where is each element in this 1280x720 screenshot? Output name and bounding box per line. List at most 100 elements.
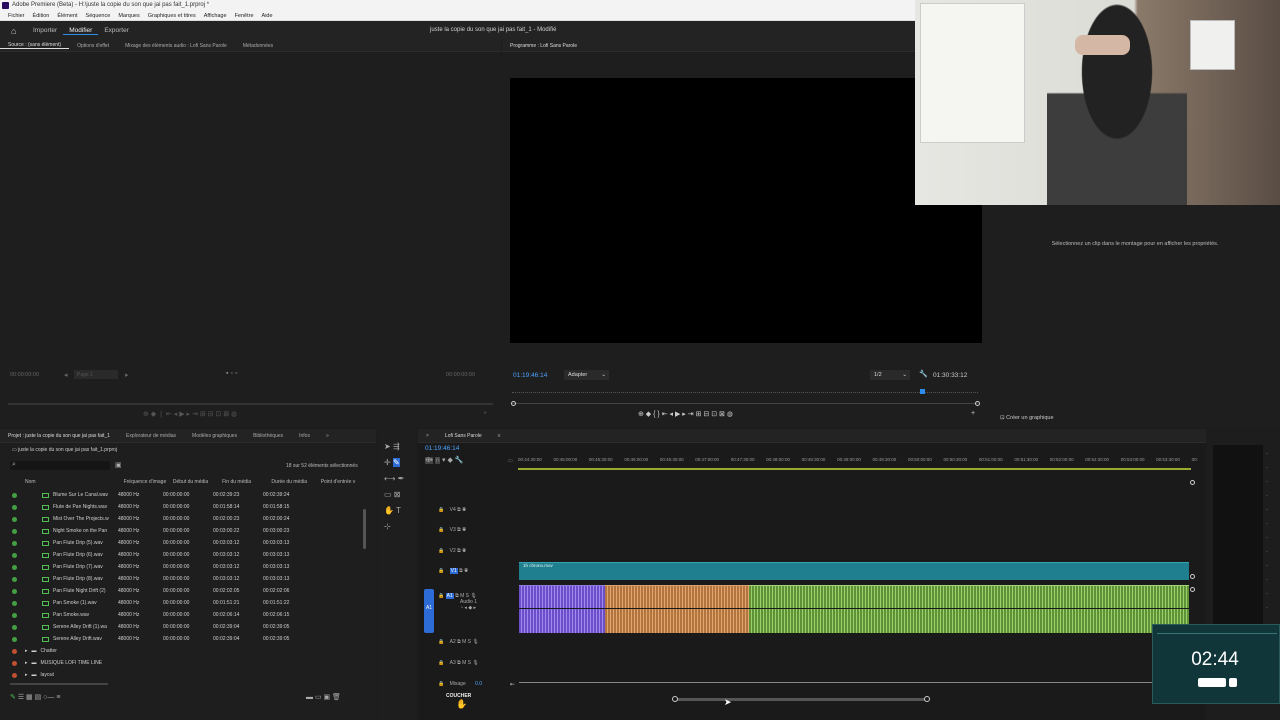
- lock-icon[interactable]: 🔒: [438, 593, 444, 599]
- tab-source[interactable]: Source : (sans élément): [0, 42, 70, 49]
- project-footer-actions[interactable]: ▬ ▭ ▣ 🗑: [306, 693, 341, 701]
- tab-sequence[interactable]: Lofi Sans Parole: [437, 433, 490, 439]
- work-area-bar[interactable]: [518, 468, 1191, 470]
- source-patch-a1[interactable]: A1: [424, 589, 434, 633]
- mute-button[interactable]: M: [462, 639, 466, 645]
- eye-icon[interactable]: ◉: [462, 507, 466, 513]
- menu-graphiques[interactable]: Graphiques et titres: [144, 11, 200, 20]
- menu-sequence[interactable]: Séquence: [82, 11, 115, 20]
- list-item[interactable]: Pan Smoke.wav 48000 Hz 00:00:00:00 00:02:06…: [0, 609, 362, 621]
- hand-tool-icon[interactable]: ✋: [384, 506, 394, 515]
- mic-icon[interactable]: 🎙: [472, 660, 478, 666]
- create-graphic-button[interactable]: ⊡ Créer un graphique: [1000, 415, 1054, 421]
- list-item[interactable]: Pan Flute Drip (5).wav 48000 Hz 00:00:00:0…: [0, 537, 362, 549]
- scrub-start-handle[interactable]: [511, 401, 516, 406]
- timeline-h-scrollbar[interactable]: [673, 698, 928, 701]
- program-playhead[interactable]: [920, 389, 925, 394]
- tool-icons[interactable]: ➤ ⇶ ✛ ✎ ⟷ ✒ ▭ ⊠ ✋ T ⊹: [384, 439, 414, 535]
- scroll-handle-top[interactable]: [1190, 480, 1195, 485]
- rectangle-tool-icon[interactable]: ▭: [384, 490, 392, 499]
- wrench-icon[interactable]: 🔧: [919, 370, 928, 378]
- menu-fenetre[interactable]: Fenêtre: [231, 11, 258, 20]
- close-icon[interactable]: ×: [418, 433, 437, 439]
- new-bin-icon[interactable]: ▣: [115, 461, 122, 469]
- list-item[interactable]: Serene Alley Drift.wav 48000 Hz 00:00:00:0…: [0, 633, 362, 645]
- menu-affichage[interactable]: Affichage: [200, 11, 231, 20]
- program-scrubber[interactable]: [512, 403, 978, 404]
- expand-icon[interactable]: ▸: [25, 648, 28, 654]
- mix-value[interactable]: 0.0: [475, 681, 482, 687]
- sync-icon[interactable]: ⧉: [457, 639, 461, 645]
- razor-tool-icon[interactable]: ✎: [392, 458, 400, 467]
- eye-icon[interactable]: ◉: [462, 548, 466, 554]
- folder-item[interactable]: ▸ ▬ Chatter: [0, 645, 362, 657]
- home-icon[interactable]: ⌂: [11, 26, 19, 35]
- volume-knob-icon[interactable]: ◔: [460, 605, 463, 611]
- lock-icon[interactable]: 🔒: [438, 681, 444, 687]
- menu-edition[interactable]: Édition: [29, 11, 54, 20]
- menu-aide[interactable]: Aide: [258, 11, 277, 20]
- fit-select[interactable]: Adapter ⌄: [564, 370, 609, 380]
- timer-small-button[interactable]: [1229, 678, 1237, 687]
- menu-element[interactable]: Élément: [53, 11, 81, 20]
- project-h-scrollbar[interactable]: [10, 683, 108, 685]
- page-select[interactable]: Page 1: [74, 370, 118, 379]
- audio-clip-orange[interactable]: [605, 585, 749, 633]
- timer-button[interactable]: [1198, 678, 1226, 687]
- program-timecode[interactable]: 01:19:46:14: [513, 372, 547, 379]
- lock-icon[interactable]: 🔒: [438, 507, 444, 513]
- expand-icon[interactable]: ▸: [25, 660, 28, 666]
- ripple-tool-icon[interactable]: ✛: [384, 458, 391, 467]
- lock-icon[interactable]: 🔒: [438, 527, 444, 533]
- source-scrubber[interactable]: [8, 403, 493, 405]
- menu-marques[interactable]: Marques: [114, 11, 143, 20]
- list-item[interactable]: Night Smoke on the Pan 48000 Hz 00:00:00:0…: [0, 525, 362, 537]
- list-item[interactable]: Flute de Pan Nights.wav 48000 Hz 00:00:00:…: [0, 501, 362, 513]
- scroll-left-handle[interactable]: [672, 696, 678, 702]
- tab-audio-mixer[interactable]: Mixage des éléments audio : Lofi Sans Pa…: [117, 43, 235, 49]
- folder-item[interactable]: ▸ ▬ MUSIQUE LOFI TIME LINE: [0, 657, 362, 669]
- tab-program[interactable]: Programme : Lofi Sans Parole: [502, 43, 585, 49]
- solo-button[interactable]: S: [468, 660, 471, 666]
- list-item[interactable]: Pan Flute Drip (7).wav 48000 Hz 00:00:00:0…: [0, 561, 362, 573]
- col-in-point[interactable]: Point d'entrée v: [321, 479, 370, 489]
- pencil-icon[interactable]: ✎: [10, 694, 16, 701]
- track-height-handle-a[interactable]: [1190, 587, 1195, 592]
- track-select-icon[interactable]: ⇶: [393, 442, 400, 451]
- snap-icon[interactable]: ⟴: [425, 457, 434, 464]
- tab-project[interactable]: Projet : juste la copie du son que jai p…: [0, 433, 118, 439]
- program-transport-controls[interactable]: ⊕ ◆ { } ⇤ ◂ ▶ ▸ ⇥ ⊞ ⊟ ⊡ ⊠ ◍: [638, 410, 733, 418]
- list-item[interactable]: Pan Flute Night Drift (2) 48000 Hz 00:00:0…: [0, 585, 362, 597]
- eye-icon[interactable]: ◉: [462, 527, 466, 533]
- keyframe-nav-icons[interactable]: ◂ ◆ ▸: [464, 605, 476, 611]
- timeline-timecode[interactable]: 01:19:46:14: [425, 445, 459, 452]
- list-item[interactable]: Mist Over The Projects.w 48000 Hz 00:00:00…: [0, 513, 362, 525]
- tab-exporter[interactable]: Exporter: [98, 27, 135, 34]
- selection-tool-icon[interactable]: ➤: [384, 442, 391, 451]
- project-scrollbar[interactable]: [363, 509, 366, 549]
- video-clip[interactable]: 1h chrono.mov: [519, 562, 1189, 580]
- sync-icon[interactable]: ⧉: [457, 527, 461, 533]
- tab-importer[interactable]: Importer: [27, 27, 63, 34]
- audio-clip-green[interactable]: [749, 585, 1189, 633]
- lock-icon[interactable]: 🔒: [438, 548, 444, 554]
- type-tool-icon[interactable]: T: [396, 506, 401, 515]
- search-input[interactable]: ⌕: [10, 461, 110, 470]
- mix-toggle-icon[interactable]: ⇤: [510, 681, 515, 688]
- sync-icon[interactable]: ⧉: [457, 660, 461, 666]
- col-media-start[interactable]: Début du média: [173, 479, 222, 489]
- tab-media-browser[interactable]: Explorateur de médias: [118, 433, 184, 439]
- lock-icon[interactable]: 🔒: [438, 568, 444, 574]
- tab-info[interactable]: Infos: [291, 433, 318, 439]
- tab-libraries[interactable]: Bibliothèques: [245, 433, 291, 439]
- menu-fichier[interactable]: Fichier: [4, 11, 29, 20]
- program-ruler[interactable]: [512, 387, 978, 393]
- sync-icon[interactable]: ⧉: [459, 568, 463, 574]
- resolution-select[interactable]: 1/2 ⌄: [870, 370, 910, 380]
- prev-page-icon[interactable]: ◂: [64, 371, 68, 379]
- eye-icon[interactable]: ◉: [464, 568, 468, 574]
- list-item[interactable]: Serene Alley Drift (1).wa 48000 Hz 00:00:0…: [0, 621, 362, 633]
- mute-button[interactable]: M: [462, 660, 466, 666]
- expand-icon[interactable]: ▸: [25, 672, 28, 678]
- lock-icon[interactable]: 🔒: [438, 639, 444, 645]
